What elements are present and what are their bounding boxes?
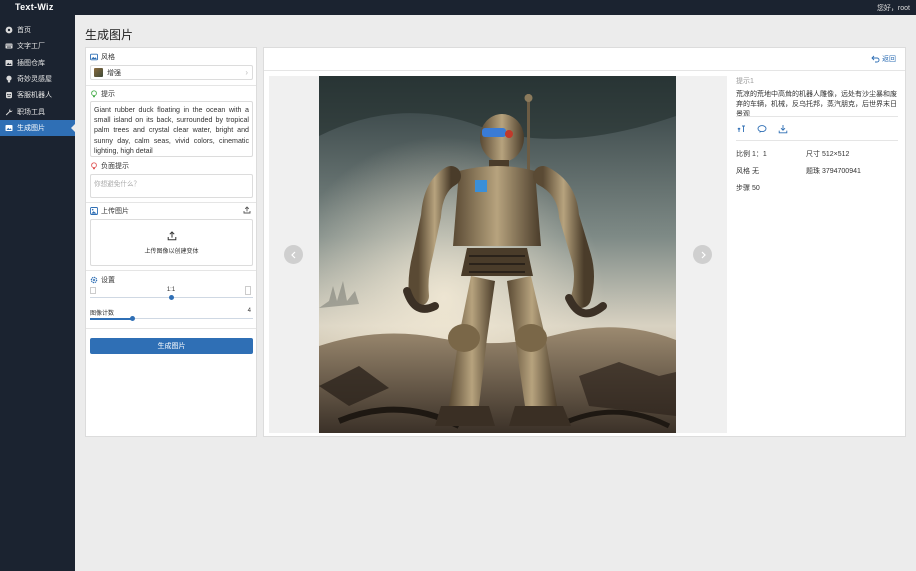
image-actions xyxy=(736,124,898,136)
chevron-left-icon xyxy=(290,251,295,258)
image-upload-icon xyxy=(90,207,98,215)
prompt-section-header: 提示 xyxy=(90,89,115,99)
count-slider-knob[interactable] xyxy=(129,316,135,321)
robot-icon xyxy=(5,91,13,99)
sidebar-item-label: 插图仓库 xyxy=(17,59,45,67)
generation-form: 风格 增强 › 提示 Giant rubber duck floating in… xyxy=(85,47,257,437)
style-thumbnail xyxy=(94,68,103,77)
divider xyxy=(86,85,256,86)
ratio-slider[interactable] xyxy=(90,293,253,303)
image-info: 提示1 荒凉的荒地中高耸的机器人雕像，远处有沙尘暴和废弃的车辆，机械，反乌托邦，… xyxy=(736,76,898,192)
sidebar-item-label: 职场工具 xyxy=(17,108,45,116)
sidebar-item-label: 客服机器人 xyxy=(17,92,52,100)
upload-dropzone[interactable]: 上传图像以创建变体 xyxy=(90,219,253,266)
sidebar-item-illustration-repo[interactable]: 插图仓库 xyxy=(0,55,75,71)
comment-icon[interactable] xyxy=(757,124,767,134)
sidebar-item-chatbot[interactable]: 客服机器人 xyxy=(0,87,75,103)
page-title: 生成图片 xyxy=(85,28,134,42)
chevron-right-icon: › xyxy=(245,68,248,77)
picture-icon xyxy=(5,124,13,132)
prompt-input[interactable]: Giant rubber duck floating in the ocean … xyxy=(90,101,253,157)
sidebar: 首页 文字工厂 插图仓库 奇妙灵感屋 客服机器人 职场工具 生成图片 xyxy=(0,15,75,571)
home-icon xyxy=(5,26,13,34)
wrench-icon xyxy=(5,108,13,116)
ratio-slider-knob[interactable] xyxy=(169,295,174,300)
previous-image-button[interactable] xyxy=(284,245,303,264)
variation-icon[interactable] xyxy=(737,124,747,134)
negative-section-header: 负面提示 xyxy=(90,161,129,171)
back-label: 返回 xyxy=(882,56,896,63)
upload-icon[interactable] xyxy=(243,206,251,214)
sidebar-item-workplace-tools[interactable]: 职场工具 xyxy=(0,103,75,119)
app-brand: Text-Wiz xyxy=(15,2,54,12)
style-select[interactable]: 增强 › xyxy=(90,65,253,80)
sidebar-item-label: 首页 xyxy=(17,27,31,35)
style-label: 风格 xyxy=(101,54,115,61)
sidebar-item-text-factory[interactable]: 文字工厂 xyxy=(0,38,75,54)
steps-meta: 步骤 50 xyxy=(736,185,760,192)
bulb-icon xyxy=(90,162,98,170)
top-bar: Text-Wiz 您好，root xyxy=(0,0,916,15)
generated-image[interactable] xyxy=(319,76,676,433)
result-panel: 返回 提示1 荒凉的荒地中高耸的机器人雕像，远处有沙尘暴和废弃的车辆，机械，反乌… xyxy=(263,47,906,437)
sidebar-item-label: 奇妙灵感屋 xyxy=(17,76,52,84)
negative-prompt-label: 负面提示 xyxy=(101,163,129,170)
upload-icon xyxy=(167,231,177,241)
generate-image-button[interactable]: 生成图片 xyxy=(90,338,253,354)
palette-icon xyxy=(90,53,98,61)
style-value: 增强 xyxy=(107,69,121,77)
upload-hint: 上传图像以创建变体 xyxy=(144,249,199,255)
upload-section-header: 上传图片 xyxy=(90,206,129,216)
divider xyxy=(736,116,898,117)
size-meta: 尺寸 512×512 xyxy=(806,151,850,158)
image-icon xyxy=(5,59,13,67)
sidebar-item-label: 生成图片 xyxy=(17,124,45,132)
chevron-right-icon xyxy=(701,251,706,258)
image-viewer xyxy=(269,76,727,433)
prompt-label: 提示 xyxy=(101,91,115,98)
gear-icon xyxy=(90,276,98,284)
back-button[interactable]: 返回 xyxy=(871,54,896,64)
ratio-meta: 比例 1：1 xyxy=(736,151,767,158)
divider xyxy=(86,328,256,329)
keyboard-icon xyxy=(5,42,13,50)
bulb-icon xyxy=(5,75,13,83)
sidebar-item-generate-image[interactable]: 生成图片 xyxy=(0,119,75,137)
settings-label: 设置 xyxy=(101,277,115,284)
divider xyxy=(86,270,256,271)
download-icon[interactable] xyxy=(778,124,788,134)
seed-meta: 题珠 3794700941 xyxy=(806,168,861,175)
count-slider[interactable] xyxy=(90,314,253,324)
style-section-header: 风格 xyxy=(90,52,115,62)
negative-prompt-input[interactable]: 你想避免什么？ xyxy=(90,174,253,198)
bulb-icon xyxy=(90,90,98,98)
sidebar-item-inspiration[interactable]: 奇妙灵感屋 xyxy=(0,71,75,87)
prompt-title: 提示1 xyxy=(736,78,754,85)
next-image-button[interactable] xyxy=(693,245,712,264)
divider xyxy=(86,202,256,203)
upload-label: 上传图片 xyxy=(101,208,129,215)
user-greeting[interactable]: 您好，root xyxy=(877,3,910,13)
sidebar-item-label: 文字工厂 xyxy=(17,43,45,51)
count-slider-fill xyxy=(90,318,133,320)
sidebar-item-home[interactable]: 首页 xyxy=(0,22,75,38)
divider xyxy=(264,70,905,71)
settings-section-header: 设置 xyxy=(90,275,115,285)
style-meta: 风格 无 xyxy=(736,168,759,175)
divider xyxy=(736,140,898,141)
return-icon xyxy=(871,55,880,63)
